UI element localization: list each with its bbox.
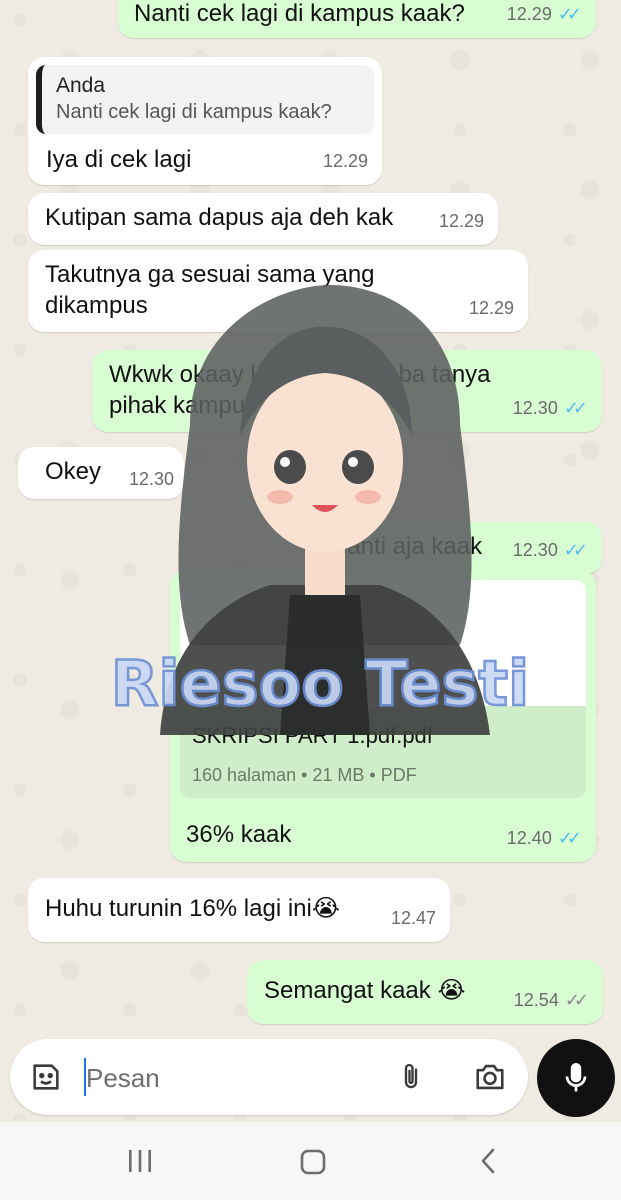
message-time: 12.30 (128, 469, 174, 489)
document-name: SKRIPSI PART 1.pdf.pdf (192, 723, 433, 748)
message-text: Nanti cek lagi di kampus kaak? (134, 0, 465, 27)
message-text: Huhu turunin 16% lagi ini😭 (45, 895, 340, 922)
message-incoming[interactable]: Kutipan sama dapus aja deh kak 12.29 (28, 193, 498, 245)
sticker-icon[interactable] (28, 1059, 64, 1095)
message-time: 12.47 (390, 908, 436, 928)
quoted-message[interactable]: Anda Nanti cek lagi di kampus kaak? (36, 65, 374, 134)
message-text: Wkwk okaay kaak, nanti coba tanya pihak … (109, 361, 491, 419)
message-time: 12.40 (506, 828, 552, 848)
camera-icon[interactable] (472, 1060, 508, 1094)
read-ticks-icon: ✓✓ (563, 398, 588, 418)
message-outgoing[interactable]: Wkwk okaay kaak, nanti coba tanya pihak … (92, 350, 602, 432)
message-time: 12.29 (468, 298, 514, 318)
attach-icon[interactable] (394, 1060, 428, 1094)
document-card[interactable]: SKRIPSI PART 1.pdf.pdf 160 halaman • 21 … (180, 580, 586, 798)
message-incoming[interactable]: Okey 12.30 (18, 447, 184, 499)
message-outgoing[interactable]: Semangat kaak 😭 12.54 ✓✓ (247, 960, 603, 1024)
message-time: 12.30 (512, 540, 558, 560)
message-incoming[interactable]: Takutnya ga sesuai sama yang dikampus 12… (28, 250, 528, 332)
message-meta: 12.29 (439, 206, 484, 237)
message-meta: 12.30 ✓✓ (513, 393, 588, 424)
message-meta: 12.30 ✓✓ (513, 535, 588, 566)
quote-text: Nanti cek lagi di kampus kaak? (56, 101, 332, 123)
read-ticks-icon: ✓✓ (563, 540, 588, 560)
message-outgoing[interactable]: Nanti cek lagi di kampus kaak? 12.29 ✓✓ (118, 0, 596, 38)
system-navigation-bar (0, 1122, 621, 1200)
back-icon[interactable] (474, 1146, 502, 1176)
message-text: Iya di cek lagi (46, 146, 192, 173)
message-outgoing-document[interactable]: SKRIPSI PART 1.pdf.pdf 160 halaman • 21 … (170, 570, 596, 862)
message-time: 12.54 (513, 990, 559, 1010)
text-caret (84, 1058, 86, 1096)
delivered-ticks-icon: ✓✓ (564, 990, 589, 1010)
message-meta: 12.29 ✓✓ (507, 0, 582, 30)
message-input[interactable] (84, 1057, 378, 1099)
message-meta: 12.40 ✓✓ (507, 823, 582, 854)
read-ticks-icon: ✓✓ (557, 828, 582, 848)
voice-record-button[interactable] (537, 1039, 615, 1117)
message-meta: 12.30 (129, 464, 174, 495)
message-text: 36% kaak (186, 821, 292, 848)
message-time: 12.30 (512, 398, 558, 418)
message-meta: 12.29 (323, 146, 368, 177)
message-text: Okey (45, 458, 102, 485)
message-text: Semangat kaak 😭 (264, 977, 466, 1004)
quote-author: Anda (56, 74, 106, 97)
message-meta: 12.29 (469, 293, 514, 324)
document-info: 160 halaman • 21 MB • PDF (192, 765, 417, 785)
message-composer[interactable] (10, 1039, 528, 1115)
message-incoming[interactable]: Huhu turunin 16% lagi ini😭 12.47 (28, 878, 450, 942)
message-outgoing[interactable]: Nanti aja kaak 12.30 ✓✓ (318, 522, 602, 574)
message-time: 12.29 (506, 4, 552, 24)
message-meta: 12.47 (391, 903, 436, 934)
message-text: Kutipan sama dapus aja deh kak (45, 204, 394, 231)
recent-apps-icon[interactable] (124, 1146, 156, 1176)
message-text: Nanti aja kaak (330, 533, 483, 560)
message-time: 12.29 (438, 211, 484, 231)
read-ticks-icon: ✓✓ (557, 4, 582, 24)
message-time: 12.29 (322, 151, 368, 171)
message-meta: 12.54 ✓✓ (514, 985, 589, 1016)
message-text: Takutnya ga sesuai sama yang dikampus (45, 261, 375, 319)
document-preview (180, 580, 586, 706)
message-incoming[interactable]: Anda Nanti cek lagi di kampus kaak? Iya … (28, 57, 382, 185)
home-icon[interactable] (296, 1146, 330, 1178)
mic-icon (560, 1059, 592, 1097)
